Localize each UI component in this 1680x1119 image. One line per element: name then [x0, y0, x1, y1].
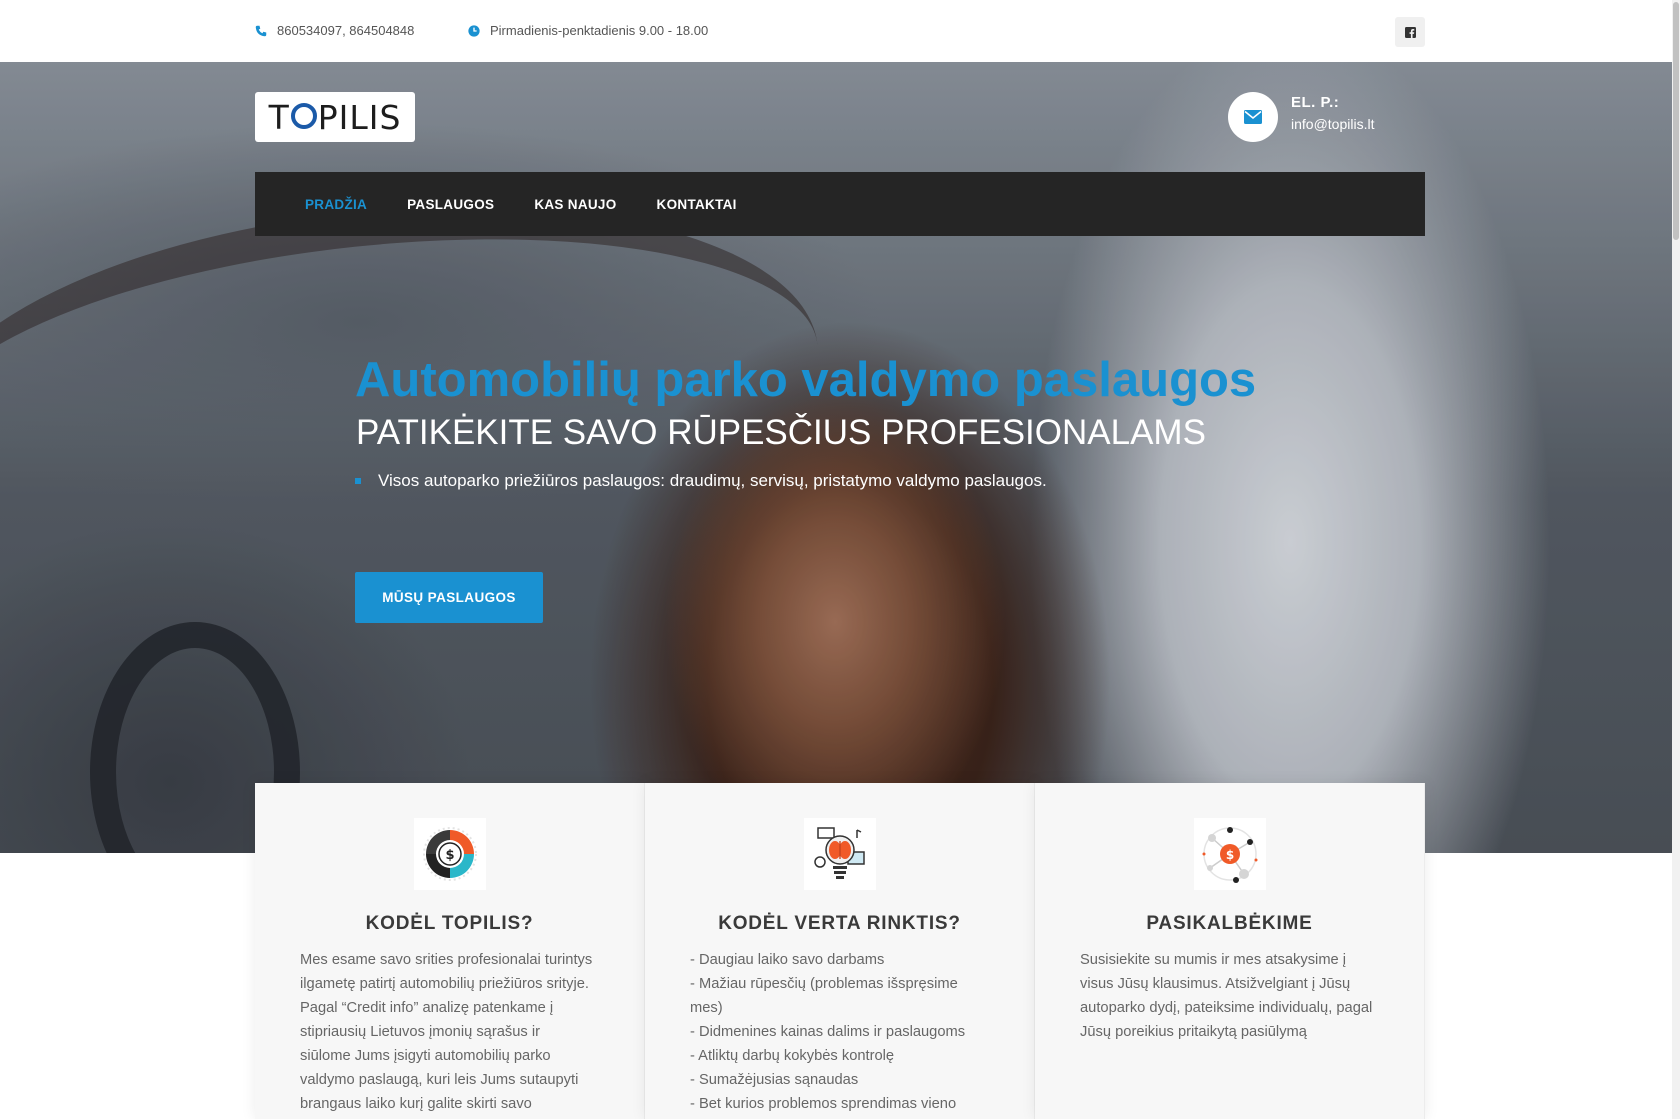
network-dollar-icon: $	[1193, 818, 1266, 890]
facebook-button[interactable]	[1395, 17, 1425, 47]
hero-bullet-text: Visos autoparko priežiūros paslaugos: dr…	[378, 471, 1047, 490]
hours-info: Pirmadienis-penktadienis 9.00 - 18.00	[468, 23, 708, 38]
services-button[interactable]: MŪSŲ PASLAUGOS	[355, 572, 543, 623]
logo-text: T PILIS	[268, 97, 402, 137]
card-text: Susisiekite su mumis ir mes atsakysime į…	[1080, 952, 1373, 1040]
card-title: KODĖL TOPILIS?	[365, 913, 534, 934]
nav-item-kontaktai[interactable]: KONTAKTAI	[657, 197, 737, 212]
email-icon-badge	[1228, 92, 1278, 142]
main-nav: PRADŽIA PASLAUGOS KAS NAUJO KONTAKTAI	[255, 172, 1425, 236]
envelope-icon	[1244, 110, 1262, 124]
top-bar: 860534097, 864504848 Pirmadienis-penktad…	[0, 0, 1680, 62]
clock-icon	[468, 24, 480, 37]
phone-numbers: 860534097, 864504848	[277, 23, 415, 38]
card-title: PASIKALBĖKIME	[1146, 913, 1313, 934]
bullet-square-icon	[355, 478, 361, 484]
nav-item-kas-naujo[interactable]: KAS NAUJO	[534, 197, 616, 212]
feature-cards: $ KODĖL TOPILIS? Mes esame savo srities …	[255, 783, 1425, 1119]
scrollbar-thumb[interactable]	[1673, 2, 1679, 240]
nav-item-paslaugos[interactable]: PASLAUGOS	[407, 197, 494, 212]
card-why-choose: KODĖL VERTA RINKTIS? - Daugiau laiko sav…	[645, 783, 1035, 1119]
logo-wheel-icon	[290, 103, 317, 129]
card-lets-talk: $ PASIKALBĖKIME Susisiekite su mumis ir …	[1035, 783, 1425, 1119]
facebook-icon	[1404, 26, 1416, 38]
email-label: EL. P.:	[1291, 94, 1340, 111]
hero-title: Automobilių parko valdymo paslaugos	[355, 353, 1257, 407]
card-why-topilis: $ KODĖL TOPILIS? Mes esame savo srities …	[255, 783, 645, 1119]
svg-text:$: $	[445, 848, 454, 863]
site-logo[interactable]: T PILIS	[255, 92, 415, 142]
card-title: KODĖL VERTA RINKTIS?	[718, 913, 961, 934]
working-hours: Pirmadienis-penktadienis 9.00 - 18.00	[490, 23, 709, 38]
hero-bullet: Visos autoparko priežiūros paslaugos: dr…	[355, 471, 1047, 491]
email-link[interactable]: info@topilis.lt	[1291, 116, 1374, 132]
page-scrollbar[interactable]	[1672, 0, 1680, 1119]
card-text: - Daugiau laiko savo darbams - Mažiau rū…	[690, 952, 966, 1112]
brain-bulb-icon	[803, 818, 876, 890]
chart-dollar-icon: $	[413, 818, 486, 890]
nav-item-pradzia[interactable]: PRADŽIA	[305, 197, 367, 212]
phone-icon	[255, 25, 267, 36]
card-text: Mes esame savo srities profesionalai tur…	[300, 952, 593, 1112]
phone-info: 860534097, 864504848	[255, 23, 414, 38]
hero-subtitle: PATIKĖKITE SAVO RŪPESČIUS PROFESIONALAMS	[356, 413, 1206, 452]
svg-text:$: $	[1225, 848, 1233, 862]
